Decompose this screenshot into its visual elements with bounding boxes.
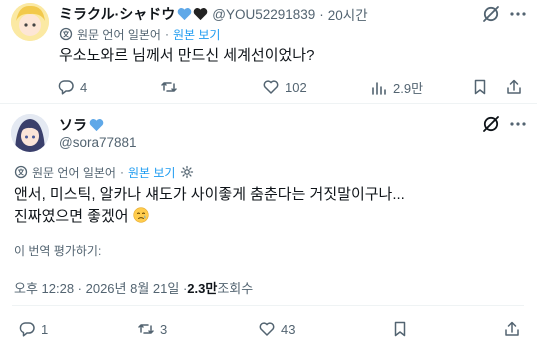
- post-text: 우소노와르 님께서 만드신 세계선이었나?: [59, 47, 315, 64]
- reply-button[interactable]: 4: [57, 78, 87, 96]
- post-text-line-1: 앤서, 미스틱, 알카나 섀도가 사이좋게 춤춘다는 거짓말이구나...: [14, 186, 405, 203]
- reply-post[interactable]: ミラクル·シャドウ @YOU52291839 · 20시간 원문 언어 일본어 …: [0, 0, 537, 104]
- reply-count: 4: [80, 79, 88, 95]
- gear-icon[interactable]: [180, 165, 194, 179]
- views-icon: [372, 81, 386, 95]
- separator-dot: ·: [319, 6, 324, 22]
- blue-heart-icon: [89, 118, 104, 131]
- grok-icon[interactable]: [481, 114, 501, 134]
- like-button[interactable]: 43: [258, 320, 295, 338]
- like-icon: [259, 322, 275, 336]
- like-count: 102: [285, 79, 307, 95]
- handle[interactable]: @sora77881: [59, 135, 137, 150]
- like-button[interactable]: 102: [262, 78, 307, 96]
- show-original-link[interactable]: 원본 보기: [128, 164, 176, 181]
- show-original-link[interactable]: 원본 보기: [173, 26, 221, 43]
- views-label: 조회수: [217, 280, 254, 296]
- like-icon: [263, 80, 279, 94]
- crying-face-emoji-icon: [133, 207, 149, 223]
- reply-button[interactable]: 1: [18, 320, 48, 338]
- reply-count: 1: [41, 321, 49, 337]
- display-name[interactable]: ミラクル·シャドウ: [59, 4, 175, 24]
- more-icon[interactable]: [508, 4, 528, 24]
- avatar[interactable]: [11, 114, 49, 152]
- share-icon[interactable]: [503, 320, 521, 338]
- translation-note: 원문 언어 일본어: [77, 27, 161, 42]
- display-name[interactable]: ソラ: [59, 115, 87, 135]
- translation-note: 원문 언어 일본어: [32, 165, 116, 180]
- like-count: 43: [281, 321, 296, 337]
- repost-icon: [161, 82, 177, 92]
- post-text-line-2: 진짜였으면 좋겠어: [14, 208, 129, 225]
- timestamp[interactable]: 20시간: [328, 4, 368, 24]
- avatar[interactable]: [11, 3, 49, 41]
- views-button[interactable]: 2.9만: [370, 78, 423, 97]
- views-count: 2.3만: [187, 280, 218, 296]
- divider: [12, 305, 524, 306]
- black-heart-icon: [193, 8, 208, 21]
- share-icon[interactable]: [505, 78, 523, 96]
- bookmark-icon[interactable]: [391, 320, 409, 338]
- post-timestamp[interactable]: 오후 12:28 · 2026년 8월 21일 ·: [14, 278, 187, 297]
- reply-icon: [19, 322, 35, 337]
- translate-icon: [14, 165, 28, 179]
- translate-icon: [59, 27, 73, 41]
- grok-icon[interactable]: [481, 4, 501, 24]
- repost-count: 3: [160, 321, 168, 337]
- blue-heart-icon: [177, 8, 192, 21]
- reply-icon: [58, 80, 74, 95]
- bookmark-icon[interactable]: [471, 78, 489, 96]
- repost-button[interactable]: 3: [137, 320, 167, 338]
- repost-icon: [138, 324, 154, 334]
- handle[interactable]: @YOU52291839: [212, 7, 315, 22]
- repost-button[interactable]: [160, 78, 178, 96]
- views-count: 2.9만: [393, 81, 424, 96]
- rate-translation-label: 이 번역 평가하기:: [14, 243, 102, 258]
- more-icon[interactable]: [508, 114, 528, 134]
